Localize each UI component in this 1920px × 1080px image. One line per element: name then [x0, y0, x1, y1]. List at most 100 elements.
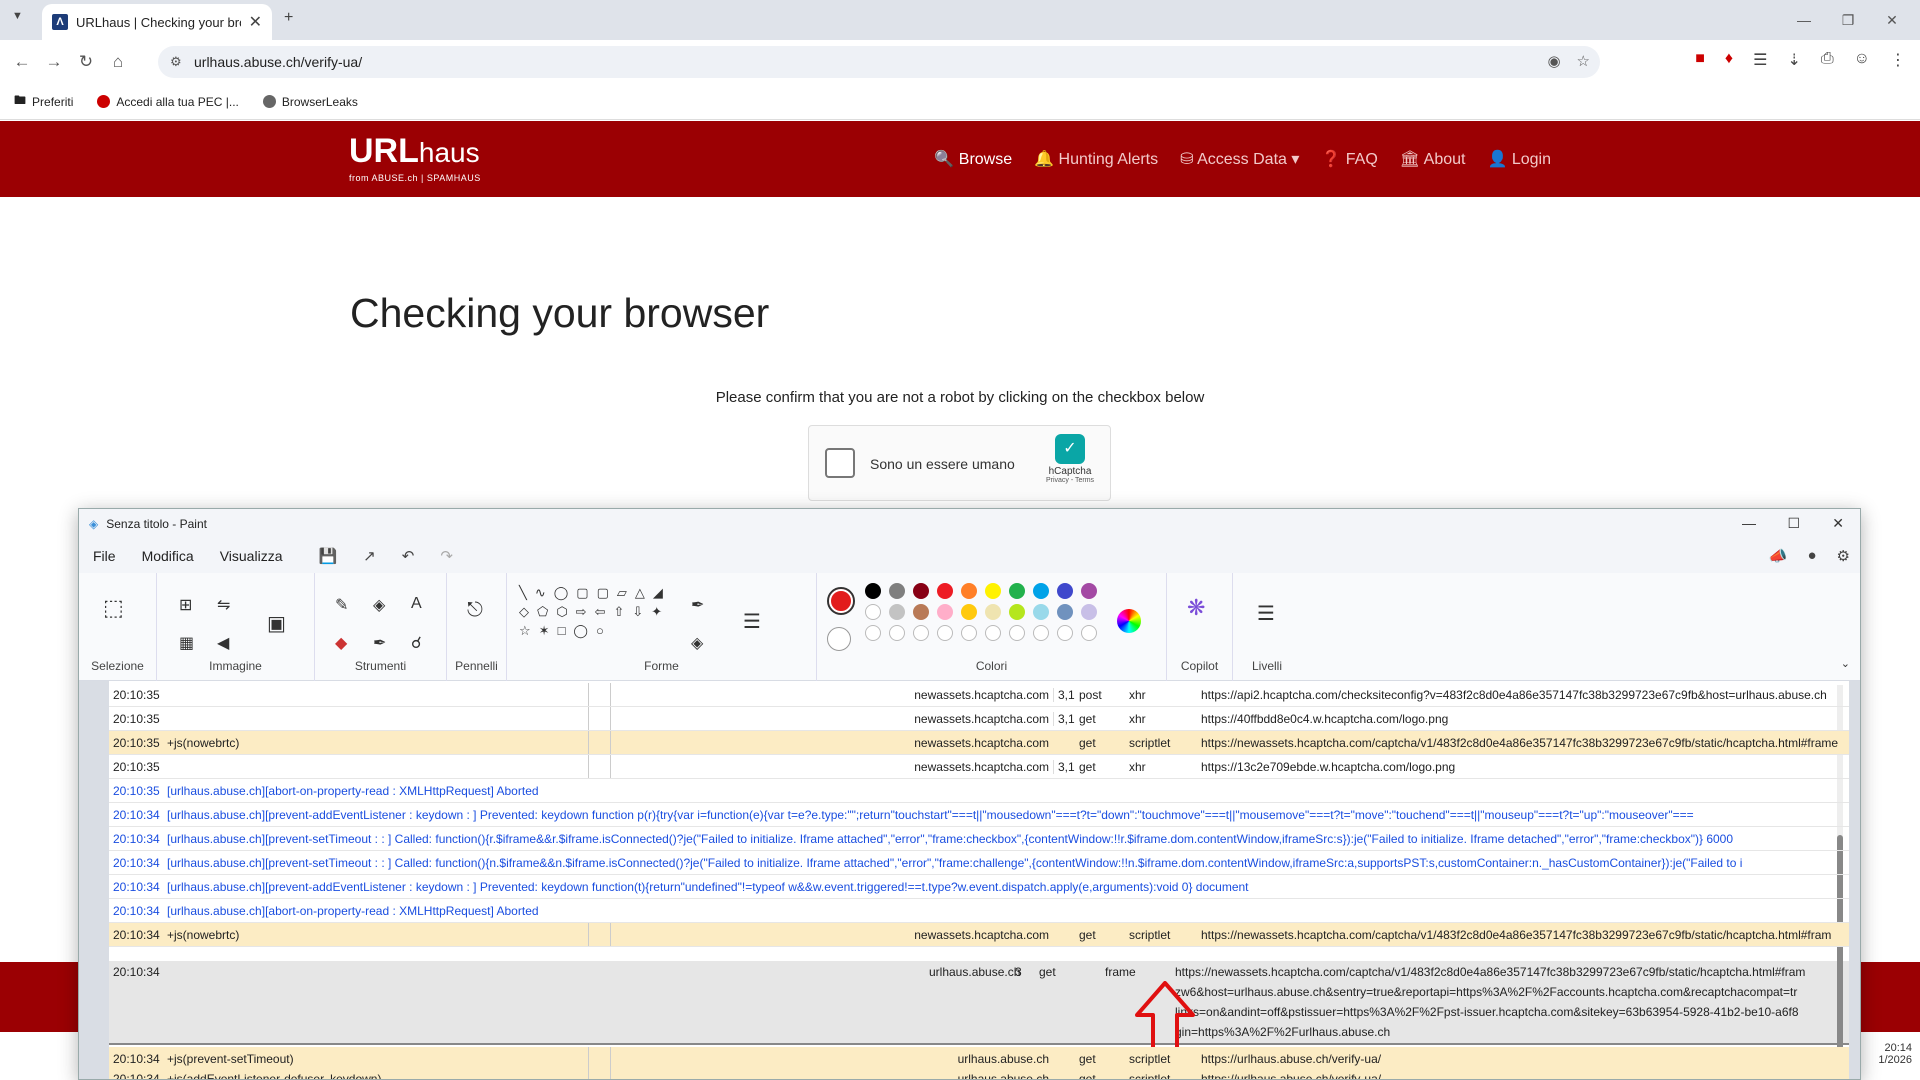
- extension-badge-icon[interactable]: ■: [1695, 50, 1705, 70]
- color-swatch[interactable]: [1081, 604, 1097, 620]
- ublock-icon[interactable]: ♦: [1725, 50, 1733, 70]
- color-swatch[interactable]: [937, 604, 953, 620]
- color-swatch[interactable]: [961, 583, 977, 599]
- brush-icon[interactable]: ⎋: [467, 599, 483, 622]
- menu-visualizza[interactable]: Visualizza: [220, 548, 283, 564]
- close-tab-icon[interactable]: ✕: [249, 12, 262, 32]
- nav-browse[interactable]: 🔍 Browse: [934, 149, 1012, 169]
- extensions-icon[interactable]: ☰: [1753, 50, 1767, 70]
- nav-access-data[interactable]: ⛁ Access Data ▾: [1180, 149, 1299, 169]
- color-swatch[interactable]: [913, 583, 929, 599]
- close-window-icon[interactable]: ✕: [1870, 0, 1914, 40]
- color-swatch[interactable]: [985, 604, 1001, 620]
- new-tab-icon[interactable]: +: [284, 9, 293, 27]
- custom-color-slot[interactable]: [889, 625, 905, 641]
- bg-remove-icon[interactable]: ▦: [179, 633, 194, 653]
- paint-maximize-icon[interactable]: ☐: [1787, 515, 1800, 532]
- minimize-icon[interactable]: —: [1782, 0, 1826, 40]
- undo-icon[interactable]: ↶: [402, 547, 415, 565]
- print-icon[interactable]: ⎙: [1821, 50, 1834, 70]
- text-icon[interactable]: A: [411, 595, 422, 613]
- color-swatch[interactable]: [1033, 604, 1049, 620]
- eye-off-icon[interactable]: ◉: [1547, 52, 1560, 70]
- color-swatch[interactable]: [1081, 583, 1097, 599]
- custom-color-slot[interactable]: [865, 625, 881, 641]
- primary-color[interactable]: [827, 587, 855, 615]
- color-swatch[interactable]: [1009, 604, 1025, 620]
- color-picker-icon[interactable]: ✒: [373, 633, 386, 653]
- custom-color-slot[interactable]: [1081, 625, 1097, 641]
- custom-color-slot[interactable]: [1057, 625, 1073, 641]
- settings-icon[interactable]: ⚙: [1837, 547, 1850, 565]
- rotate-icon[interactable]: ◀: [217, 633, 229, 653]
- account-icon[interactable]: ●: [1807, 547, 1816, 565]
- edit-colors-icon[interactable]: [1117, 609, 1141, 633]
- color-swatch[interactable]: [865, 583, 881, 599]
- restore-icon[interactable]: ❐: [1826, 0, 1870, 40]
- feedback-icon[interactable]: 📣: [1769, 547, 1788, 565]
- reload-icon[interactable]: ↻: [70, 52, 102, 72]
- browser-tab[interactable]: Λ URLhaus | Checking your browser ✕: [42, 4, 272, 40]
- color-swatch[interactable]: [889, 583, 905, 599]
- bookmark-star-icon[interactable]: ☆: [1577, 52, 1590, 70]
- custom-color-slot[interactable]: [985, 625, 1001, 641]
- shape-fill-icon[interactable]: ◈: [691, 633, 703, 653]
- captcha-checkbox[interactable]: [825, 448, 855, 478]
- color-swatch[interactable]: [865, 604, 881, 620]
- forward-icon[interactable]: →: [38, 52, 70, 72]
- shapes-gallery[interactable]: ╲ ∿ ◯ ▢ ▢ ▱ △ ◢ ◇ ⬠ ⬡ ⇨ ⇦ ⇧ ⇩ ✦ ☆ ✶ □ ◯ ○: [519, 585, 679, 639]
- tab-search-icon[interactable]: ▼: [12, 10, 23, 22]
- custom-color-slot[interactable]: [961, 625, 977, 641]
- pencil-icon[interactable]: ✎: [335, 595, 348, 615]
- redo-icon[interactable]: ↷: [440, 547, 453, 565]
- bookmark-preferiti[interactable]: 🖿 Preferiti: [14, 91, 73, 112]
- ribbon-collapse-icon[interactable]: ⌄: [1841, 657, 1850, 670]
- menu-file[interactable]: File: [93, 548, 116, 564]
- outline-icon[interactable]: ✒: [691, 595, 704, 615]
- bookmark-browserleaks[interactable]: BrowserLeaks: [262, 95, 358, 109]
- menu-modifica[interactable]: Modifica: [142, 548, 194, 564]
- menu-icon[interactable]: ⋮: [1890, 50, 1906, 70]
- layers-icon[interactable]: ☰: [1257, 601, 1275, 626]
- save-icon[interactable]: 💾: [318, 547, 337, 565]
- line-size-icon[interactable]: ☰: [743, 609, 761, 634]
- site-info-icon[interactable]: ⚙: [170, 54, 182, 70]
- magnifier-icon[interactable]: ☌: [411, 633, 422, 653]
- color-swatch[interactable]: [937, 583, 953, 599]
- nav-hunting-alerts[interactable]: 🔔 Hunting Alerts: [1034, 149, 1158, 169]
- color-swatch[interactable]: [913, 604, 929, 620]
- paint-close-icon[interactable]: ✕: [1832, 515, 1844, 532]
- color-swatch[interactable]: [1057, 583, 1073, 599]
- color-palette[interactable]: [865, 583, 1101, 641]
- secondary-color[interactable]: [827, 627, 851, 651]
- color-swatch[interactable]: [961, 604, 977, 620]
- color-swatch[interactable]: [1009, 583, 1025, 599]
- captcha-privacy-terms[interactable]: Privacy - Terms: [1042, 477, 1098, 484]
- back-icon[interactable]: ←: [6, 52, 38, 72]
- paint-canvas[interactable]: 20:10:34 urlhaus.abuse.ch 3 get frame ht…: [79, 681, 1860, 1079]
- copilot-icon[interactable]: ❋: [1187, 595, 1205, 621]
- profile-icon[interactable]: ☺: [1854, 50, 1870, 70]
- crop-icon[interactable]: ⊞: [179, 595, 192, 615]
- custom-color-slot[interactable]: [913, 625, 929, 641]
- download-icon[interactable]: ⇣: [1787, 50, 1800, 70]
- color-swatch[interactable]: [1033, 583, 1049, 599]
- paint-minimize-icon[interactable]: —: [1742, 515, 1756, 531]
- custom-color-slot[interactable]: [937, 625, 953, 641]
- color-swatch[interactable]: [985, 583, 1001, 599]
- home-icon[interactable]: ⌂: [102, 52, 134, 72]
- select-icon[interactable]: ⬚: [103, 595, 124, 621]
- color-swatch[interactable]: [889, 604, 905, 620]
- nav-login[interactable]: 👤 Login: [1487, 149, 1551, 169]
- nav-faq[interactable]: ❓ FAQ: [1321, 149, 1377, 169]
- custom-color-slot[interactable]: [1009, 625, 1025, 641]
- color-swatch[interactable]: [1057, 604, 1073, 620]
- fill-icon[interactable]: ◈: [373, 595, 385, 615]
- urlhaus-logo[interactable]: URLhaus from ABUSE.ch | SPAMHAUS: [349, 133, 481, 183]
- eraser-icon[interactable]: ◆: [335, 633, 347, 653]
- image-gen-icon[interactable]: ▣: [267, 611, 286, 636]
- address-bar[interactable]: ⚙ urlhaus.abuse.ch/verify-ua/ ◉ ☆: [158, 46, 1600, 78]
- resize-icon[interactable]: ⇋: [217, 595, 230, 615]
- custom-color-slot[interactable]: [1033, 625, 1049, 641]
- share-icon[interactable]: ↗: [363, 547, 376, 565]
